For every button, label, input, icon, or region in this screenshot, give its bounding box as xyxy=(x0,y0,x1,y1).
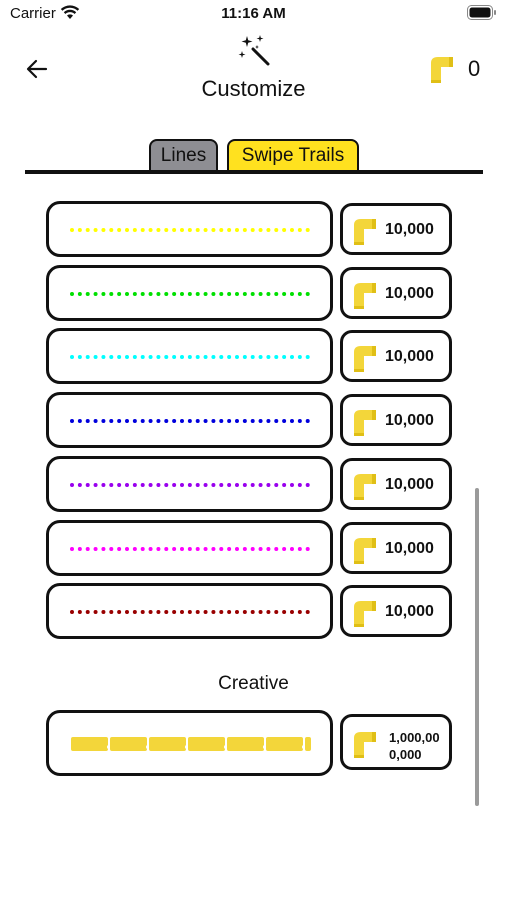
price-button[interactable]: 1,000,000,000 xyxy=(340,714,452,770)
gold-pipe-icon xyxy=(354,219,376,245)
trail-row[interactable]: 10,000 xyxy=(46,328,452,384)
price-label: 10,000 xyxy=(385,603,434,620)
price-button[interactable]: 10,000 xyxy=(340,522,452,574)
tab-divider xyxy=(25,170,483,174)
price-button[interactable]: 10,000 xyxy=(340,394,452,446)
tab-swipe-trails[interactable]: Swipe Trails xyxy=(227,139,359,171)
gold-pipe-icon xyxy=(354,346,376,372)
plank-segment xyxy=(227,737,267,751)
price-button[interactable]: 10,000 xyxy=(340,203,452,255)
dotted-trail-line xyxy=(70,483,310,487)
price-button[interactable]: 10,000 xyxy=(340,585,452,637)
dotted-trail-line xyxy=(70,355,310,359)
gold-pipe-icon xyxy=(431,57,453,83)
trail-preview[interactable] xyxy=(46,265,333,321)
dotted-trail-line xyxy=(70,610,310,614)
price-label: 10,000 xyxy=(385,285,434,302)
gold-pipe-icon xyxy=(354,283,376,309)
status-bar: Carrier 11:16 AM xyxy=(0,0,507,28)
trail-row[interactable]: 10,000 xyxy=(46,201,452,257)
coin-count: 0 xyxy=(468,56,481,81)
price-button[interactable]: 10,000 xyxy=(340,330,452,382)
trail-preview[interactable] xyxy=(46,583,333,639)
price-label: 10,000 xyxy=(385,540,434,557)
plank-segment xyxy=(71,737,111,751)
dotted-trail-line xyxy=(70,419,310,423)
trail-preview[interactable] xyxy=(46,520,333,576)
trail-preview[interactable] xyxy=(46,710,333,776)
trail-row[interactable]: 10,000 xyxy=(46,456,452,512)
price-label: 1,000,000,000 xyxy=(389,730,440,762)
trail-preview[interactable] xyxy=(46,328,333,384)
price-label: 10,000 xyxy=(385,476,434,493)
plank-segment xyxy=(266,737,306,751)
gold-pipe-icon xyxy=(354,474,376,500)
trail-preview[interactable] xyxy=(46,201,333,257)
gold-pipe-icon xyxy=(354,410,376,436)
price-button[interactable]: 10,000 xyxy=(340,267,452,319)
clock: 11:16 AM xyxy=(221,5,286,22)
gold-pipe-icon xyxy=(354,538,376,564)
price-label: 10,000 xyxy=(385,348,434,365)
golden-plank-trail xyxy=(71,737,311,751)
dotted-trail-line xyxy=(70,228,310,232)
price-label: 10,000 xyxy=(385,221,434,238)
battery-icon xyxy=(467,5,497,25)
trail-row[interactable]: 10,000 xyxy=(46,520,452,576)
trail-preview[interactable] xyxy=(46,456,333,512)
trail-row[interactable]: 10,000 xyxy=(46,265,452,321)
price-button[interactable]: 10,000 xyxy=(340,458,452,510)
trail-preview[interactable] xyxy=(46,392,333,448)
dotted-trail-line xyxy=(70,547,310,551)
coin-balance: 0 xyxy=(428,54,488,86)
trail-row[interactable]: 10,000 xyxy=(46,583,452,639)
dotted-trail-line xyxy=(70,292,310,296)
price-label: 10,000 xyxy=(385,412,434,429)
section-title-creative: Creative xyxy=(218,673,289,694)
plank-segment xyxy=(188,737,228,751)
scrollbar[interactable] xyxy=(475,488,479,806)
gold-pipe-icon xyxy=(354,732,376,758)
trail-row[interactable]: 10,000 xyxy=(46,392,452,448)
trail-row-creative[interactable]: 1,000,000,000 xyxy=(46,710,452,776)
plank-segment xyxy=(305,737,311,751)
gold-pipe-icon xyxy=(354,601,376,627)
plank-segment xyxy=(110,737,150,751)
magic-wand-icon xyxy=(237,33,271,67)
plank-segment xyxy=(149,737,189,751)
tab-lines[interactable]: Lines xyxy=(149,139,218,171)
